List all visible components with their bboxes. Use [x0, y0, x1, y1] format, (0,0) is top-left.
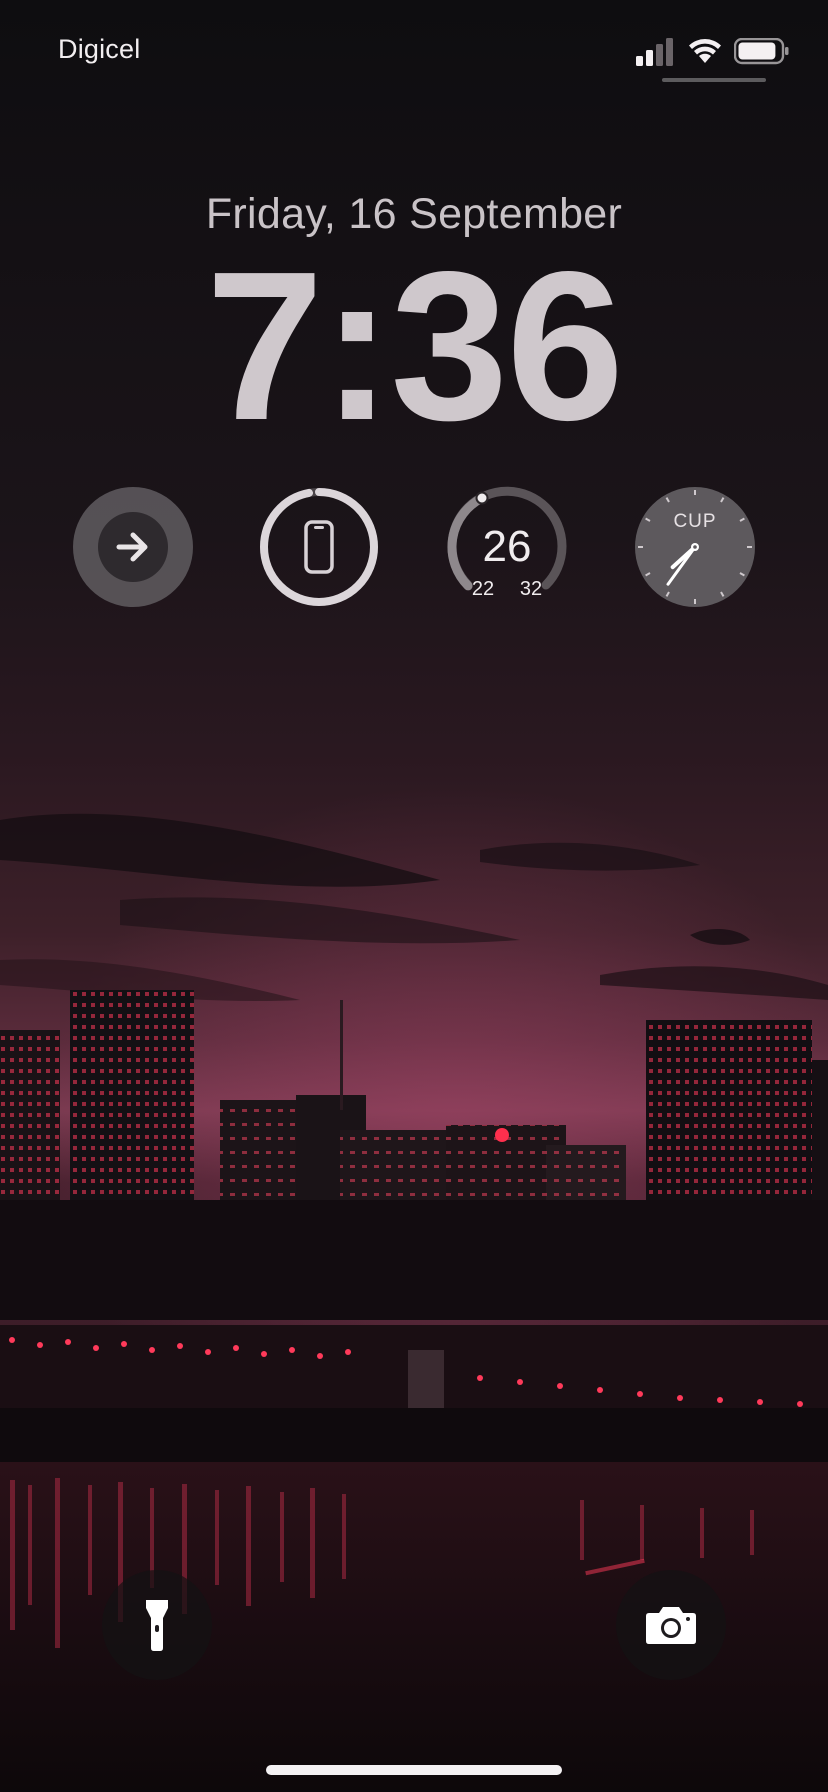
status-bar-indicator — [662, 78, 766, 82]
weather-temperature: 26 — [482, 522, 532, 571]
world-clock-widget[interactable]: CUP — [634, 486, 756, 608]
carrier-name: Digicel — [58, 34, 141, 64]
weather-low-temp: 22 — [471, 578, 495, 600]
wifi-icon — [689, 39, 721, 63]
iphone-icon — [304, 520, 334, 574]
camera-icon — [646, 1607, 696, 1644]
weather-widget[interactable]: 26 22 32 — [446, 486, 568, 608]
flashlight-icon — [146, 1600, 168, 1651]
home-indicator[interactable] — [266, 1765, 562, 1775]
lock-screen: Digicel Friday, 16 September 7:36 26 22 … — [0, 0, 828, 1792]
lock-screen-time[interactable]: 7:36 — [0, 240, 828, 452]
battery-widget[interactable] — [258, 486, 380, 608]
battery-icon — [734, 38, 789, 65]
shortcut-widget[interactable] — [72, 486, 194, 608]
world-clock-city: CUP — [673, 511, 717, 532]
flashlight-button[interactable] — [102, 1570, 212, 1680]
weather-high-temp: 32 — [519, 578, 543, 600]
camera-button[interactable] — [616, 1570, 726, 1680]
arrow-right-icon — [116, 532, 148, 562]
cellular-signal-icon — [636, 38, 673, 66]
status-icons — [618, 34, 798, 70]
